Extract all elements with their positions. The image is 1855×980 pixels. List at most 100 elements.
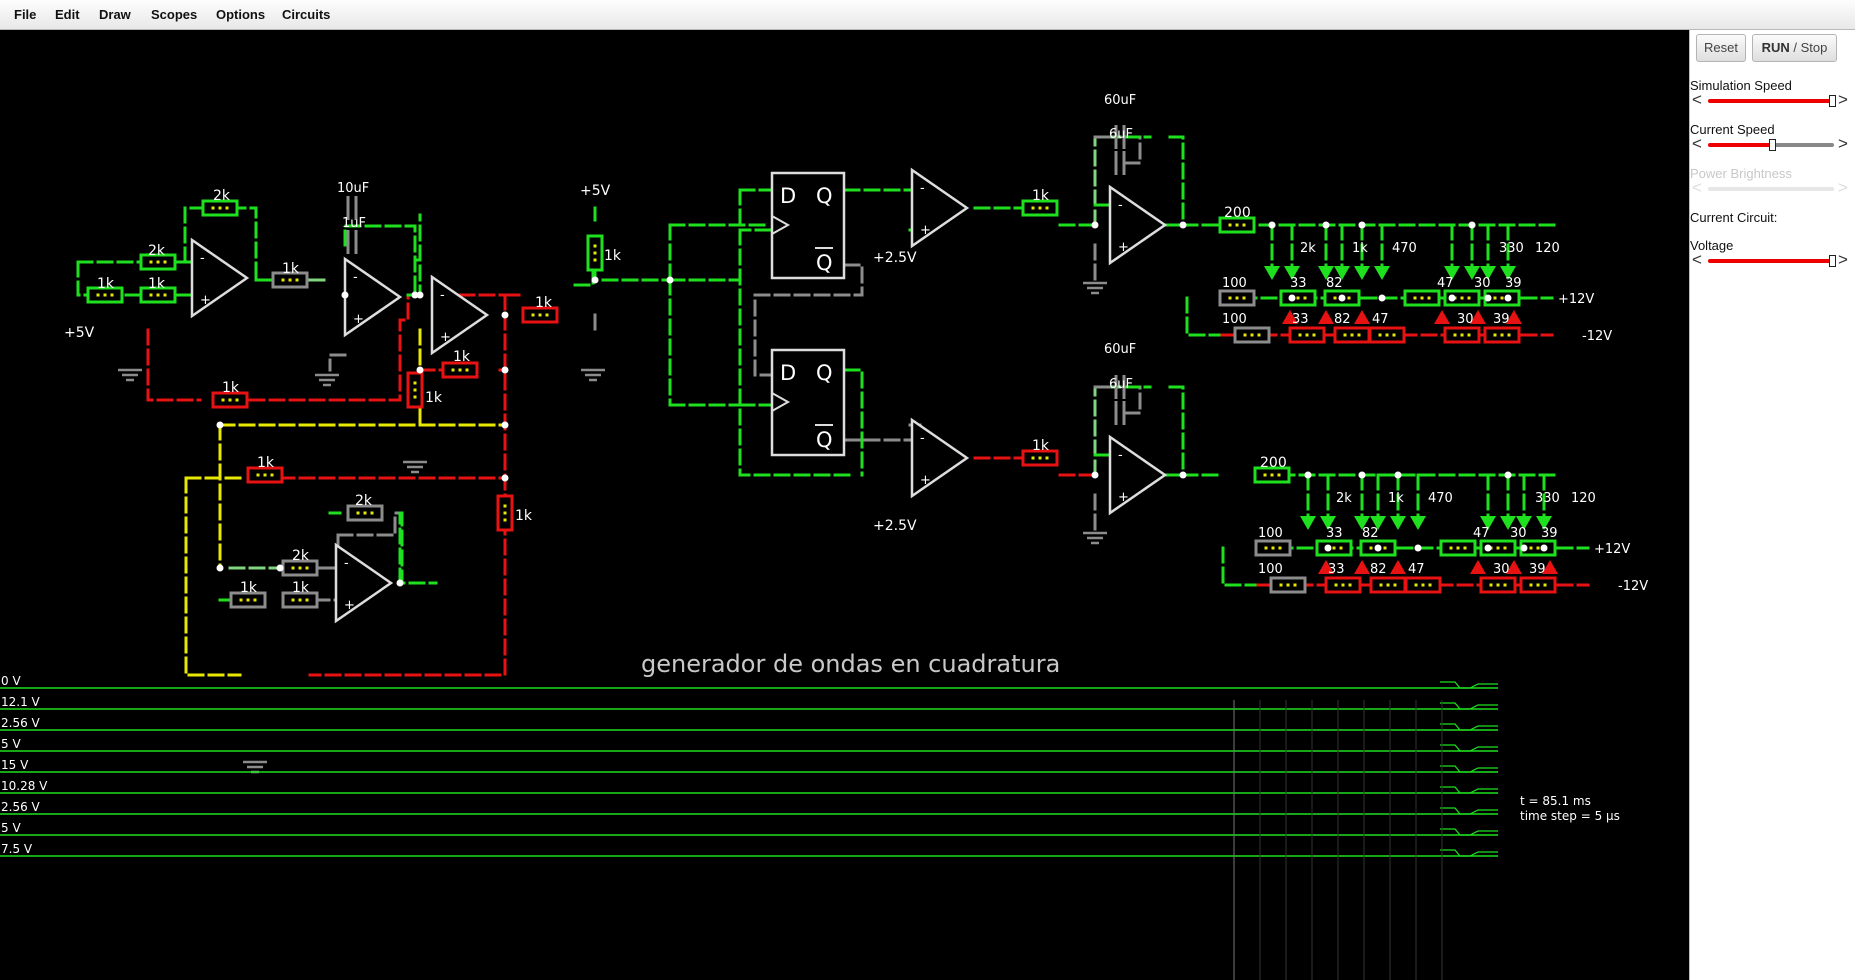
- ladder-label: 330: [1535, 491, 1560, 506]
- resistor-39[interactable]: [1483, 326, 1521, 344]
- resistor-100[interactable]: [1254, 539, 1292, 557]
- buffer-top-opamp[interactable]: -+: [1108, 184, 1168, 266]
- resistor-1k[interactable]: [406, 371, 424, 409]
- scope-panel[interactable]: 0 V 12.1 V 2.56 V 5 V 15 V 10.28 V 2.56 V 5 V 7.…: [0, 674, 1620, 980]
- resistor-82[interactable]: [1333, 326, 1371, 344]
- menu-edit[interactable]: Edit: [55, 0, 80, 30]
- opamp-3[interactable]: -+: [430, 274, 490, 356]
- menu-file[interactable]: File: [14, 0, 36, 30]
- d-flipflop-bottom[interactable]: D QQ: [770, 348, 846, 457]
- wire[interactable]: [593, 266, 672, 282]
- node-dot: [1091, 221, 1099, 229]
- chevron-right-icon[interactable]: >: [1838, 134, 1848, 154]
- wire[interactable]: [1185, 296, 1224, 337]
- opamp-2[interactable]: -+: [343, 256, 403, 338]
- wire[interactable]: [184, 476, 242, 677]
- capacitor[interactable]: [1114, 151, 1126, 175]
- circuit-canvas[interactable]: - + - + - + - + D Q Q D Q Q - + - + - + - + 2k 2k 1k 1k +5V 1k 10uF…: [0, 30, 1689, 980]
- diode-icon[interactable]: [1390, 560, 1406, 574]
- node-dot: [1484, 544, 1492, 552]
- diode-icon[interactable]: [1374, 266, 1390, 280]
- chevron-left-icon[interactable]: <: [1692, 134, 1702, 154]
- component-label: 1k: [222, 380, 240, 396]
- ground-icon: [403, 460, 427, 474]
- resistor-33[interactable]: [1315, 539, 1353, 557]
- ladder-label: 82: [1334, 312, 1351, 327]
- resistor-47[interactable]: [1368, 326, 1406, 344]
- node-dot: [1468, 221, 1476, 229]
- menu-scopes[interactable]: Scopes: [151, 0, 197, 30]
- sim-speed-thumb[interactable]: [1829, 95, 1837, 107]
- menu-draw[interactable]: Draw: [99, 0, 131, 30]
- ladder-label: 120: [1535, 241, 1560, 256]
- resistor-47[interactable]: [1403, 289, 1441, 307]
- ladder-label: 1k: [1388, 491, 1404, 506]
- resistor-100[interactable]: [1269, 576, 1307, 594]
- component-label: +2.5V: [873, 518, 917, 534]
- resistor-33[interactable]: [1288, 326, 1326, 344]
- opamp-6[interactable]: -+: [910, 417, 970, 499]
- diode-icon[interactable]: [1264, 266, 1280, 280]
- diode-icon[interactable]: [1300, 516, 1316, 530]
- chevron-left-icon[interactable]: <: [1692, 90, 1702, 110]
- capacitor[interactable]: [346, 230, 358, 254]
- node-dot: [1304, 471, 1312, 479]
- sim-speed-slider[interactable]: < >: [1692, 90, 1850, 110]
- component-label: 60uF: [1104, 93, 1136, 108]
- component-label: 2k: [148, 243, 166, 259]
- current-speed-slider[interactable]: < >: [1692, 134, 1850, 154]
- resistor-30[interactable]: [1443, 326, 1481, 344]
- diode-icon[interactable]: [1318, 310, 1334, 324]
- reset-button[interactable]: Reset: [1696, 34, 1746, 62]
- diode-icon[interactable]: [1354, 266, 1370, 280]
- resistor-47[interactable]: [1404, 576, 1442, 594]
- resistor-1k[interactable]: [496, 494, 514, 532]
- opamp-1[interactable]: -+: [190, 237, 250, 319]
- opamp-4[interactable]: -+: [334, 542, 394, 624]
- resistor-33[interactable]: [1279, 289, 1317, 307]
- diode-icon[interactable]: [1410, 516, 1426, 530]
- opamp-5[interactable]: -+: [910, 167, 970, 249]
- resistor-100[interactable]: [1218, 289, 1256, 307]
- menu-options[interactable]: Options: [216, 0, 265, 30]
- resistor-82[interactable]: [1369, 576, 1407, 594]
- diode-icon[interactable]: [1354, 560, 1370, 574]
- resistor-39[interactable]: [1519, 576, 1557, 594]
- diode-icon[interactable]: [1354, 310, 1370, 324]
- resistor-30[interactable]: [1479, 576, 1517, 594]
- node-dot: [216, 564, 224, 572]
- voltage-slider[interactable]: < >: [1692, 250, 1850, 270]
- chevron-left-icon[interactable]: <: [1692, 250, 1702, 270]
- resistor-100[interactable]: [1233, 326, 1271, 344]
- resistor-33[interactable]: [1324, 576, 1362, 594]
- diode-icon[interactable]: [1390, 516, 1406, 530]
- resistor-1k[interactable]: [586, 234, 604, 272]
- wire[interactable]: [328, 353, 347, 372]
- wire[interactable]: [843, 368, 864, 477]
- resistor-1k[interactable]: [441, 361, 479, 379]
- run-stop-button[interactable]: RUN / Stop: [1752, 34, 1837, 62]
- diode-icon[interactable]: [1434, 310, 1450, 324]
- wire[interactable]: [1168, 135, 1185, 227]
- ladder-minus-label: -12V: [1618, 579, 1648, 594]
- ladder-label: 120: [1571, 491, 1596, 506]
- wire[interactable]: [146, 328, 202, 402]
- wire[interactable]: [398, 511, 438, 585]
- wire[interactable]: [1221, 546, 1260, 587]
- wire[interactable]: [1168, 385, 1185, 477]
- menu-circuits[interactable]: Circuits: [282, 0, 330, 30]
- chevron-right-icon[interactable]: >: [1838, 250, 1848, 270]
- current-speed-thumb[interactable]: [1769, 139, 1776, 151]
- resistor-47[interactable]: [1439, 539, 1477, 557]
- node-dot: [1358, 471, 1366, 479]
- capacitor[interactable]: [1114, 401, 1126, 425]
- diode-icon[interactable]: [1470, 560, 1486, 574]
- d-flipflop-top[interactable]: D QQ: [770, 171, 846, 280]
- chevron-right-icon[interactable]: >: [1838, 90, 1848, 110]
- node-dot: [501, 474, 509, 482]
- ladder-label: 2k: [1300, 241, 1316, 256]
- buffer-bottom-opamp[interactable]: -+: [1108, 434, 1168, 516]
- voltage-thumb[interactable]: [1829, 255, 1837, 267]
- node-dot: [1091, 471, 1099, 479]
- circuit-diagram[interactable]: -+-+-+-+D QQD QQ-+-+-+-+ 2k2k1k 1k+5V1k10uF…: [0, 30, 1689, 980]
